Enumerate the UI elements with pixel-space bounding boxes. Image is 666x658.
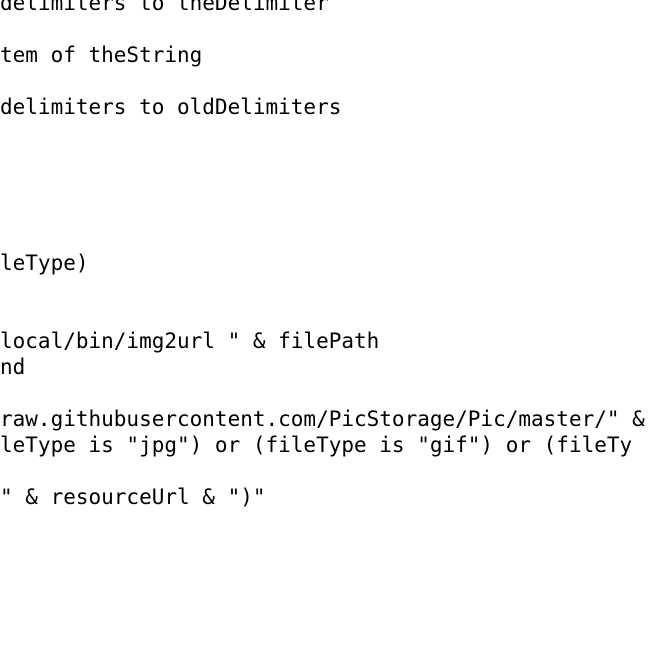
code-line-end: nd [0, 355, 26, 379]
script-editor-text-area[interactable]: delimiters to theDelimiter tem of theStr… [0, 0, 666, 658]
code-line-filetype-call: leType) [0, 251, 89, 275]
code-line-restore-delimiters: delimiters to oldDelimiters [0, 95, 342, 119]
code-line-markdown-output: " & resourceUrl & ")" [0, 485, 266, 509]
code-line-text-item: tem of theString [0, 43, 203, 67]
code-line-resource-url: raw.githubusercontent.com/PicStorage/Pic… [0, 407, 645, 431]
code-line-filetype-condition: leType is "jpg") or (fileType is "gif") … [0, 433, 633, 457]
code-line-set-delimiters: delimiters to theDelimiter [0, 0, 329, 15]
code-line-img2url-command: local/bin/img2url " & filePath [0, 329, 380, 353]
